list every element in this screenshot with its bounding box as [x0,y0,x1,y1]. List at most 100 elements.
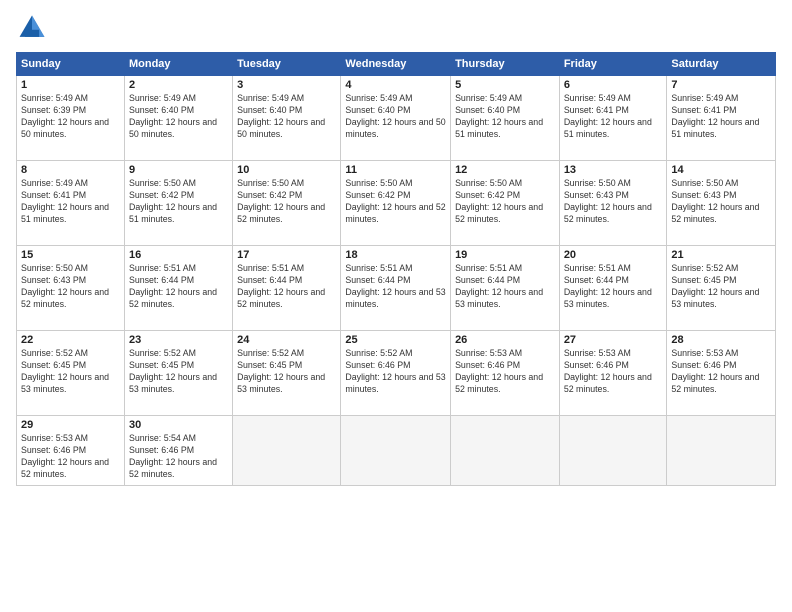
calendar-week-row: 1 Sunrise: 5:49 AMSunset: 6:39 PMDaylight… [17,76,776,161]
calendar-cell: 8 Sunrise: 5:49 AMSunset: 6:41 PMDaylight… [17,161,125,246]
day-number: 7 [671,79,771,91]
calendar-cell: 9 Sunrise: 5:50 AMSunset: 6:42 PMDaylight… [124,161,232,246]
day-number: 6 [564,79,663,91]
day-info: Sunrise: 5:50 AMSunset: 6:43 PMDaylight:… [564,178,663,226]
day-number: 9 [129,164,228,176]
day-info: Sunrise: 5:50 AMSunset: 6:42 PMDaylight:… [345,178,446,226]
calendar-cell: 7 Sunrise: 5:49 AMSunset: 6:41 PMDaylight… [667,76,776,161]
day-number: 10 [237,164,336,176]
day-info: Sunrise: 5:51 AMSunset: 6:44 PMDaylight:… [345,263,446,311]
day-number: 5 [455,79,555,91]
day-number: 14 [671,164,771,176]
calendar-cell: 2 Sunrise: 5:49 AMSunset: 6:40 PMDaylight… [124,76,232,161]
calendar-table: SundayMondayTuesdayWednesdayThursdayFrid… [16,52,776,486]
day-header-wednesday: Wednesday [341,53,451,76]
calendar-cell: 21Sunrise: 5:52 AMSunset: 6:45 PMDayligh… [667,246,776,331]
calendar-cell: 18 Sunrise: 5:51 AMSunset: 6:44 PMDayligh… [341,246,451,331]
calendar-cell: 10 Sunrise: 5:50 AMSunset: 6:42 PMDayligh… [233,161,341,246]
day-number: 23 [129,334,228,346]
day-info: Sunrise: 5:52 AMSunset: 6:45 PMDaylight:… [129,348,228,396]
day-header-sunday: Sunday [17,53,125,76]
day-info: Sunrise: 5:51 AMSunset: 6:44 PMDaylight:… [237,263,336,311]
day-info: Sunrise: 5:54 AMSunset: 6:46 PMDaylight:… [129,433,228,481]
day-info: Sunrise: 5:49 AMSunset: 6:40 PMDaylight:… [345,93,446,141]
day-info: Sunrise: 5:53 AMSunset: 6:46 PMDaylight:… [455,348,555,396]
logo-icon [16,12,48,44]
calendar-cell: 30 Sunrise: 5:54 AMSunset: 6:46 PMDayligh… [124,416,232,486]
page: SundayMondayTuesdayWednesdayThursdayFrid… [0,0,792,612]
calendar-cell: 11 Sunrise: 5:50 AMSunset: 6:42 PMDayligh… [341,161,451,246]
day-info: Sunrise: 5:51 AMSunset: 6:44 PMDaylight:… [564,263,663,311]
calendar-cell: 17 Sunrise: 5:51 AMSunset: 6:44 PMDayligh… [233,246,341,331]
day-number: 16 [129,249,228,261]
day-info: Sunrise: 5:50 AMSunset: 6:42 PMDaylight:… [237,178,336,226]
day-info: Sunrise: 5:49 AMSunset: 6:39 PMDaylight:… [21,93,120,141]
calendar-cell: 20 Sunrise: 5:51 AMSunset: 6:44 PMDayligh… [559,246,667,331]
calendar-cell [451,416,560,486]
day-info: Sunrise: 5:50 AMSunset: 6:42 PMDaylight:… [455,178,555,226]
calendar-cell: 28 Sunrise: 5:53 AMSunset: 6:46 PMDayligh… [667,331,776,416]
calendar-cell: 6 Sunrise: 5:49 AMSunset: 6:41 PMDaylight… [559,76,667,161]
day-info: Sunrise: 5:51 AMSunset: 6:44 PMDaylight:… [455,263,555,311]
logo [16,12,52,44]
day-header-saturday: Saturday [667,53,776,76]
calendar-cell [341,416,451,486]
day-header-friday: Friday [559,53,667,76]
day-number: 24 [237,334,336,346]
day-number: 19 [455,249,555,261]
day-number: 25 [345,334,446,346]
day-info: Sunrise: 5:50 AMSunset: 6:43 PMDaylight:… [671,178,771,226]
day-number: 2 [129,79,228,91]
calendar-cell: 24Sunrise: 5:52 AMSunset: 6:45 PMDayligh… [233,331,341,416]
day-number: 20 [564,249,663,261]
calendar-week-row: 29 Sunrise: 5:53 AMSunset: 6:46 PMDayligh… [17,416,776,486]
calendar-cell: 19 Sunrise: 5:51 AMSunset: 6:44 PMDayligh… [451,246,560,331]
calendar-cell: 3 Sunrise: 5:49 AMSunset: 6:40 PMDaylight… [233,76,341,161]
calendar-week-row: 8 Sunrise: 5:49 AMSunset: 6:41 PMDaylight… [17,161,776,246]
day-number: 1 [21,79,120,91]
day-info: Sunrise: 5:49 AMSunset: 6:41 PMDaylight:… [21,178,120,226]
calendar-cell: 27Sunrise: 5:53 AMSunset: 6:46 PMDayligh… [559,331,667,416]
calendar-cell: 14 Sunrise: 5:50 AMSunset: 6:43 PMDayligh… [667,161,776,246]
header [16,12,776,44]
calendar-cell: 5 Sunrise: 5:49 AMSunset: 6:40 PMDaylight… [451,76,560,161]
day-number: 13 [564,164,663,176]
calendar-cell: 16 Sunrise: 5:51 AMSunset: 6:44 PMDayligh… [124,246,232,331]
calendar-cell: 12 Sunrise: 5:50 AMSunset: 6:42 PMDayligh… [451,161,560,246]
calendar-week-row: 22Sunrise: 5:52 AMSunset: 6:45 PMDayligh… [17,331,776,416]
day-info: Sunrise: 5:49 AMSunset: 6:41 PMDaylight:… [671,93,771,141]
calendar-cell: 26Sunrise: 5:53 AMSunset: 6:46 PMDayligh… [451,331,560,416]
day-info: Sunrise: 5:49 AMSunset: 6:40 PMDaylight:… [237,93,336,141]
day-number: 21 [671,249,771,261]
day-number: 28 [671,334,771,346]
day-number: 17 [237,249,336,261]
day-info: Sunrise: 5:50 AMSunset: 6:43 PMDaylight:… [21,263,120,311]
calendar-cell: 22Sunrise: 5:52 AMSunset: 6:45 PMDayligh… [17,331,125,416]
day-info: Sunrise: 5:53 AMSunset: 6:46 PMDaylight:… [21,433,120,481]
day-number: 30 [129,419,228,431]
day-number: 29 [21,419,120,431]
calendar-cell: 4 Sunrise: 5:49 AMSunset: 6:40 PMDaylight… [341,76,451,161]
calendar-cell: 15Sunrise: 5:50 AMSunset: 6:43 PMDayligh… [17,246,125,331]
day-header-monday: Monday [124,53,232,76]
calendar-cell: 1 Sunrise: 5:49 AMSunset: 6:39 PMDaylight… [17,76,125,161]
calendar-cell: 25Sunrise: 5:52 AMSunset: 6:46 PMDayligh… [341,331,451,416]
day-info: Sunrise: 5:53 AMSunset: 6:46 PMDaylight:… [671,348,771,396]
day-number: 27 [564,334,663,346]
day-number: 12 [455,164,555,176]
day-number: 4 [345,79,446,91]
day-number: 11 [345,164,446,176]
day-info: Sunrise: 5:49 AMSunset: 6:40 PMDaylight:… [129,93,228,141]
day-info: Sunrise: 5:51 AMSunset: 6:44 PMDaylight:… [129,263,228,311]
day-number: 3 [237,79,336,91]
day-info: Sunrise: 5:49 AMSunset: 6:41 PMDaylight:… [564,93,663,141]
day-header-thursday: Thursday [451,53,560,76]
day-number: 18 [345,249,446,261]
day-info: Sunrise: 5:49 AMSunset: 6:40 PMDaylight:… [455,93,555,141]
day-info: Sunrise: 5:50 AMSunset: 6:42 PMDaylight:… [129,178,228,226]
calendar-week-row: 15Sunrise: 5:50 AMSunset: 6:43 PMDayligh… [17,246,776,331]
calendar-cell: 23 Sunrise: 5:52 AMSunset: 6:45 PMDayligh… [124,331,232,416]
day-number: 8 [21,164,120,176]
day-header-tuesday: Tuesday [233,53,341,76]
calendar-cell [667,416,776,486]
